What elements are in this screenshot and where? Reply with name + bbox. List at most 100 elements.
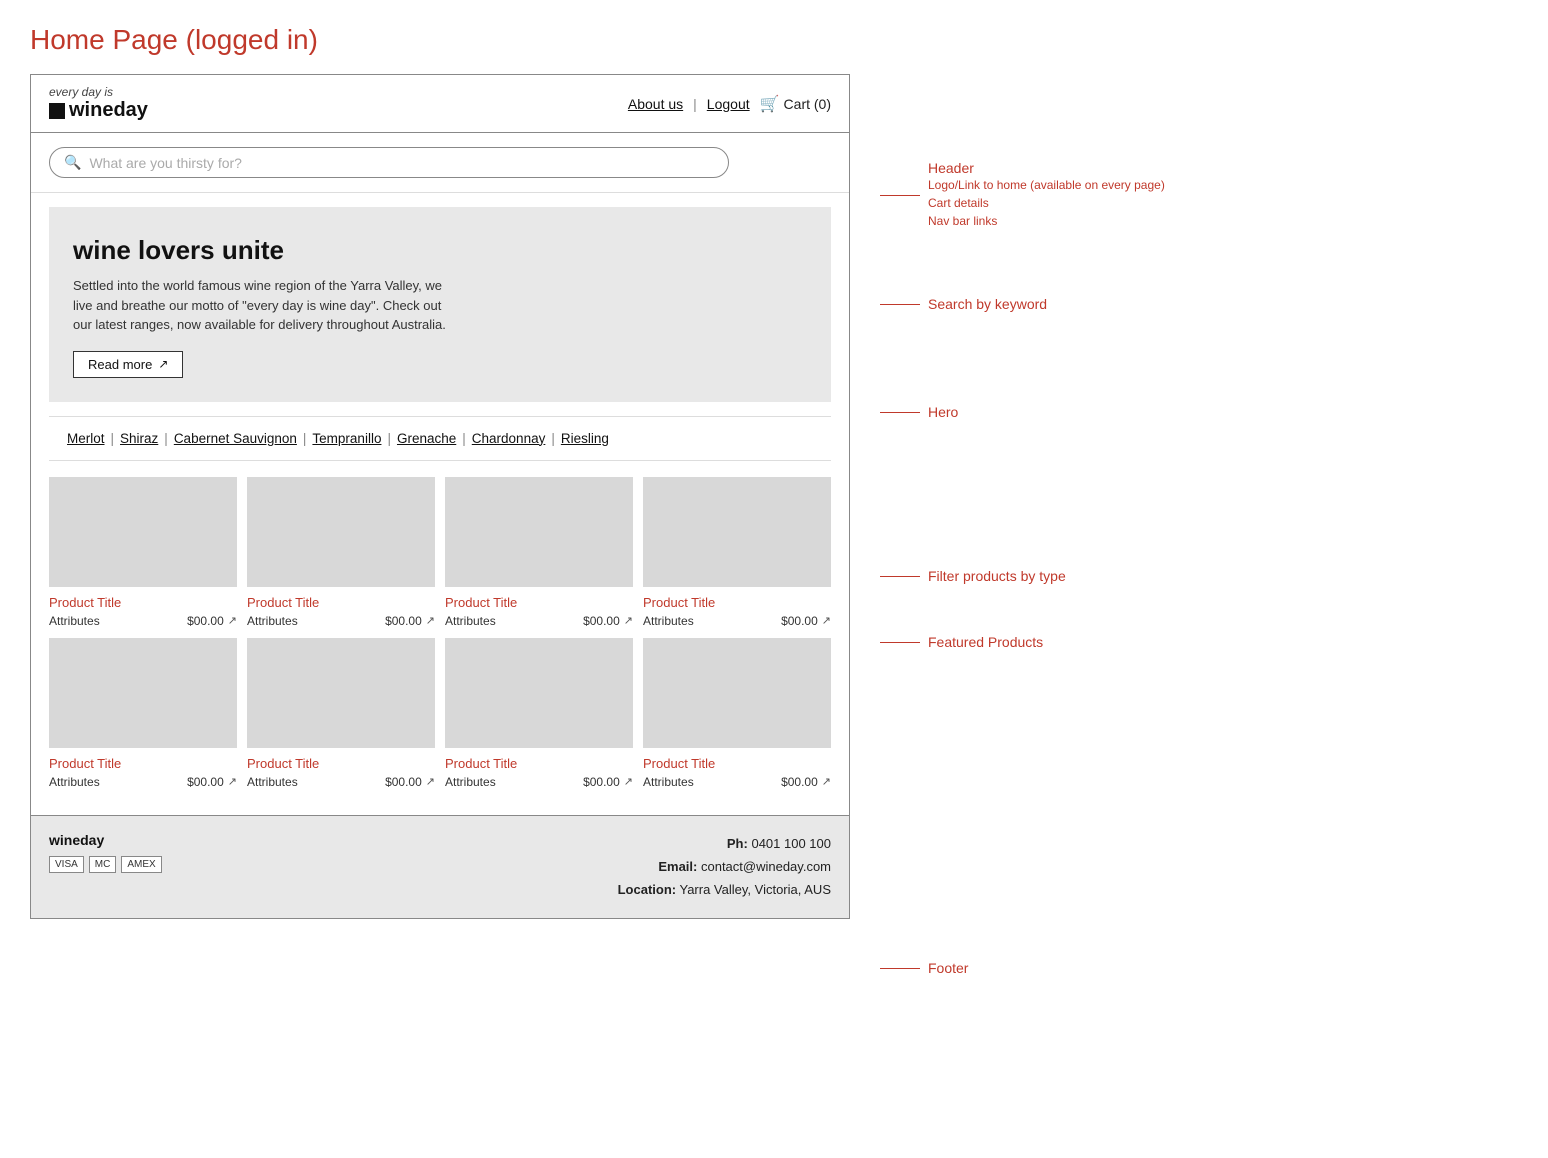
product-title: Product Title bbox=[247, 756, 435, 771]
product-card[interactable]: Product TitleAttributes$00.00↗ bbox=[643, 638, 831, 789]
annotation-footer: Footer bbox=[880, 960, 1200, 976]
payment-icon-mc: MC bbox=[89, 856, 117, 873]
nav-logout-link[interactable]: Logout bbox=[707, 96, 750, 112]
footer-contact: Ph: 0401 100 100 Email: contact@wineday.… bbox=[618, 832, 831, 902]
annotation-text-search: Search by keyword bbox=[928, 296, 1047, 312]
nav-links: About us | Logout 🛒 Cart (0) bbox=[628, 94, 831, 114]
hero-section: wine lovers unite Settled into the world… bbox=[49, 207, 831, 402]
filter-separator: | bbox=[551, 431, 555, 446]
product-card[interactable]: Product Title Attributes $00.00 ↗ bbox=[247, 477, 435, 628]
logo-name[interactable]: wineday bbox=[49, 99, 148, 122]
product-link-icon: ↗ bbox=[426, 614, 435, 627]
product-price: $00.00 bbox=[385, 614, 422, 628]
product-card[interactable]: Product TitleAttributes$00.00↗ bbox=[445, 638, 633, 789]
product-link-icon: ↗ bbox=[228, 775, 237, 788]
cart-area[interactable]: 🛒 Cart (0) bbox=[760, 94, 831, 114]
filter-separator: | bbox=[387, 431, 391, 446]
read-more-button[interactable]: Read more ↗ bbox=[73, 351, 183, 378]
search-icon: 🔍 bbox=[64, 154, 81, 171]
product-title: Product Title bbox=[643, 756, 831, 771]
product-link-icon: ↗ bbox=[228, 614, 237, 627]
product-attributes: Attributes bbox=[445, 775, 496, 789]
product-attributes: Attributes bbox=[247, 775, 298, 789]
product-title: Product Title bbox=[49, 595, 237, 610]
page-title: Home Page (logged in) bbox=[30, 24, 1518, 56]
product-title: Product Title bbox=[643, 595, 831, 610]
arrow-icon: ↗ bbox=[158, 357, 168, 371]
products-row-0: Product Title Attributes $00.00 ↗ Product Ti… bbox=[49, 477, 831, 628]
product-price: $00.00 bbox=[781, 614, 818, 628]
footer-left: wineday VISA MCAMEX bbox=[49, 832, 162, 873]
annotation-text-products: Featured Products bbox=[928, 634, 1043, 650]
filter-link-tempranillo[interactable]: Tempranillo bbox=[312, 431, 381, 446]
product-price: $00.00 bbox=[583, 775, 620, 789]
product-image bbox=[643, 477, 831, 587]
product-card[interactable]: Product TitleAttributes$00.00↗ bbox=[643, 477, 831, 628]
payment-icon-visa: VISA bbox=[49, 856, 84, 873]
filter-link-merlot[interactable]: Merlot bbox=[67, 431, 105, 446]
product-meta: Attributes$00.00↗ bbox=[643, 775, 831, 789]
email-address: contact@wineday.com bbox=[701, 859, 831, 874]
annotation-line-search bbox=[880, 304, 920, 305]
filter-separator: | bbox=[111, 431, 115, 446]
product-title: Product Title bbox=[49, 756, 237, 771]
nav-separator-1: | bbox=[693, 96, 697, 112]
footer-location: Location: Yarra Valley, Victoria, AUS bbox=[618, 878, 831, 901]
product-meta: Attributes$00.00↗ bbox=[49, 775, 237, 789]
product-image bbox=[643, 638, 831, 748]
product-title: Product Title bbox=[247, 595, 435, 610]
search-input[interactable]: What are you thirsty for? bbox=[89, 155, 714, 171]
product-link-icon: ↗ bbox=[426, 775, 435, 788]
product-image bbox=[445, 638, 633, 748]
product-attributes: Attributes bbox=[49, 775, 100, 789]
logo-square-icon bbox=[49, 103, 65, 119]
product-card[interactable]: Product Title Attributes$00.00↗ bbox=[49, 638, 237, 789]
product-price: $00.00 bbox=[385, 775, 422, 789]
location-label: Location: bbox=[618, 882, 677, 897]
product-link-icon: ↗ bbox=[624, 614, 633, 627]
footer-logo[interactable]: wineday bbox=[49, 832, 162, 848]
filter-link-grenache[interactable]: Grenache bbox=[397, 431, 456, 446]
product-card[interactable]: Product TitleAttributes$00.00↗ bbox=[445, 477, 633, 628]
product-image bbox=[247, 638, 435, 748]
filter-section: Merlot | Shiraz | Cabernet Sauvignon | T… bbox=[49, 416, 831, 461]
product-meta: Attributes$00.00↗ bbox=[445, 614, 633, 628]
annotation-text-header: Header Logo/Link to home (available on e… bbox=[928, 160, 1165, 230]
search-input-wrap[interactable]: 🔍 What are you thirsty for? bbox=[49, 147, 729, 178]
annotation-filter: Filter products by type bbox=[880, 568, 1200, 584]
footer-payment-icons: VISA MCAMEX bbox=[49, 856, 162, 873]
phone-number: 0401 100 100 bbox=[751, 836, 831, 851]
product-price: $00.00 bbox=[583, 614, 620, 628]
search-section: 🔍 What are you thirsty for? bbox=[31, 133, 849, 193]
logo-area[interactable]: every day is wineday bbox=[49, 85, 148, 122]
footer-email: Email: contact@wineday.com bbox=[618, 855, 831, 878]
cart-label[interactable]: Cart (0) bbox=[784, 96, 831, 112]
footer-phone: Ph: 0401 100 100 bbox=[618, 832, 831, 855]
annotation-search: Search by keyword bbox=[880, 296, 1200, 312]
product-image bbox=[247, 477, 435, 587]
payment-icon-amex: AMEX bbox=[121, 856, 161, 873]
filter-link-riesling[interactable]: Riesling bbox=[561, 431, 609, 446]
product-price: $00.00 bbox=[187, 614, 224, 628]
filter-separator: | bbox=[303, 431, 307, 446]
product-card[interactable]: Product Title Attributes $00.00 ↗ bbox=[247, 638, 435, 789]
filter-link-chardonnay[interactable]: Chardonnay bbox=[472, 431, 546, 446]
filter-link-cabernet-sauvignon[interactable]: Cabernet Sauvignon bbox=[174, 431, 297, 446]
product-image bbox=[49, 638, 237, 748]
nav-about-link[interactable]: About us bbox=[628, 96, 683, 112]
product-price: $00.00 bbox=[781, 775, 818, 789]
product-card[interactable]: Product TitleAttributes$00.00↗ bbox=[49, 477, 237, 628]
annotation-products: Featured Products bbox=[880, 634, 1200, 650]
annotation-line-filter bbox=[880, 576, 920, 577]
read-more-label: Read more bbox=[88, 357, 152, 372]
filter-link-shiraz[interactable]: Shiraz bbox=[120, 431, 158, 446]
annotation-text-filter: Filter products by type bbox=[928, 568, 1066, 584]
product-attributes: Attributes bbox=[247, 614, 298, 628]
product-image bbox=[445, 477, 633, 587]
product-attributes: Attributes bbox=[643, 775, 694, 789]
phone-label: Ph: bbox=[727, 836, 748, 851]
annotation-line-header bbox=[880, 195, 920, 196]
hero-title: wine lovers unite bbox=[73, 235, 807, 266]
products-row-1: Product TitleAttributes$00.00↗Product Ti… bbox=[49, 638, 831, 789]
annotation-line-hero bbox=[880, 412, 920, 413]
